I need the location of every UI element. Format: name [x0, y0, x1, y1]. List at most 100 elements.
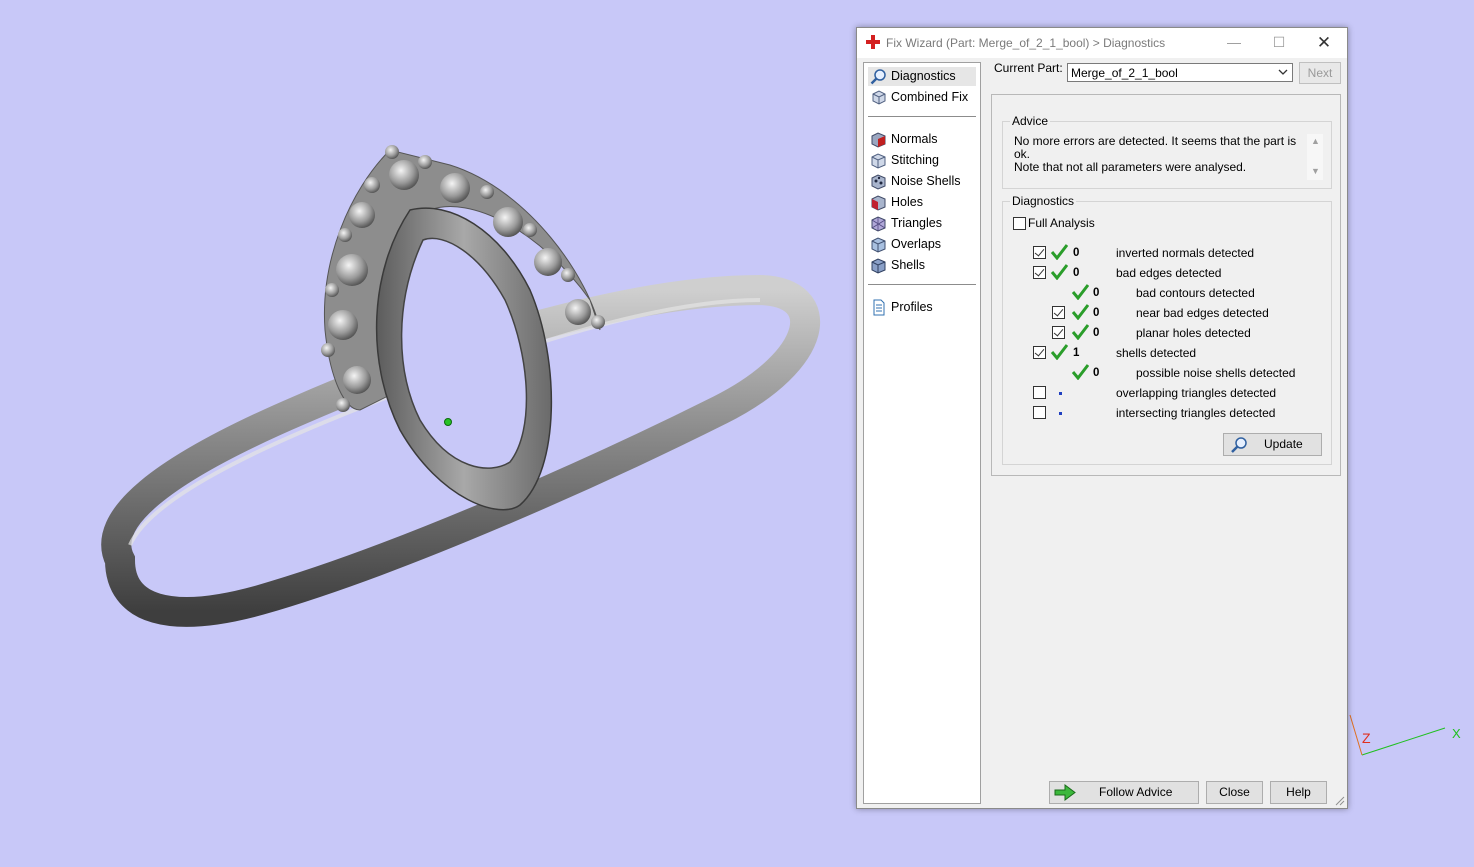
- magnifier-icon: [1231, 437, 1247, 453]
- diagnostics-panel: Advice No more errors are detected. It s…: [991, 94, 1341, 476]
- magnifier-icon: [870, 69, 886, 85]
- nav-label: Noise Shells: [891, 174, 961, 188]
- resize-grip-icon[interactable]: [1335, 796, 1345, 806]
- scroll-up-icon[interactable]: ▲: [1311, 136, 1320, 146]
- maximize-button[interactable]: ☐: [1256, 28, 1302, 58]
- overlaps-icon: [871, 237, 886, 253]
- title-bar[interactable]: Fix Wizard (Part: Merge_of_2_1_bool) > D…: [857, 28, 1347, 58]
- green-check-icon: [1071, 324, 1089, 340]
- advice-text: No more errors are detected. It seems th…: [1014, 135, 1304, 174]
- nav-item-combined-fix[interactable]: Combined Fix: [868, 88, 976, 107]
- advice-line-1: No more errors are detected. It seems th…: [1014, 134, 1297, 161]
- green-arrow-icon: [1054, 784, 1076, 801]
- nav-label: Stitching: [891, 153, 939, 167]
- holes-icon: [871, 195, 886, 211]
- near-bad-edges-count: 0: [1093, 307, 1100, 319]
- nav-item-noise-shells[interactable]: Noise Shells: [868, 172, 976, 191]
- bad-edges-label: bad edges detected: [1116, 266, 1222, 280]
- advice-scrollbar[interactable]: ▲ ▼: [1307, 134, 1323, 180]
- nav-label: Combined Fix: [891, 90, 969, 104]
- green-check-icon: [1071, 284, 1089, 300]
- green-check-icon: [1050, 344, 1068, 360]
- update-label: Update: [1264, 437, 1303, 451]
- advice-group: Advice No more errors are detected. It s…: [1002, 114, 1332, 189]
- nav-separator: [868, 116, 976, 117]
- overlapping-triangles-label: overlapping triangles detected: [1116, 386, 1277, 400]
- green-check-icon: [1071, 364, 1089, 380]
- fix-wizard-nav: Diagnostics Combined Fix Normals Stitchi…: [863, 62, 981, 804]
- planar-holes-label: planar holes detected: [1136, 326, 1251, 340]
- noise-shells-icon: [871, 174, 886, 190]
- bad-edges-count: 0: [1073, 267, 1080, 279]
- nav-label: Profiles: [891, 300, 933, 314]
- scroll-down-icon[interactable]: ▼: [1311, 166, 1320, 176]
- follow-advice-button[interactable]: Follow Advice: [1049, 781, 1199, 804]
- bad-contours-count: 0: [1093, 287, 1100, 299]
- inverted-normals-checkbox[interactable]: [1033, 246, 1046, 259]
- nav-item-normals[interactable]: Normals: [868, 130, 976, 149]
- shells-icon: [871, 258, 886, 274]
- full-analysis-checkbox[interactable]: [1013, 217, 1026, 230]
- follow-advice-label: Follow Advice: [1099, 785, 1173, 799]
- nav-item-diagnostics[interactable]: Diagnostics: [868, 67, 976, 86]
- nav-item-shells[interactable]: Shells: [868, 256, 976, 275]
- window-title: Fix Wizard (Part: Merge_of_2_1_bool) > D…: [886, 36, 1166, 50]
- nav-label: Holes: [891, 195, 923, 209]
- bad-contours-label: bad contours detected: [1136, 286, 1255, 300]
- nav-item-stitching[interactable]: Stitching: [868, 151, 976, 170]
- x-axis-label: X: [1452, 726, 1461, 741]
- stitching-icon: [871, 153, 886, 169]
- overlapping-triangles-checkbox[interactable]: [1033, 386, 1046, 399]
- axis-indicator: Z X: [1349, 714, 1461, 756]
- green-check-icon: [1071, 304, 1089, 320]
- diagnostics-group: Diagnostics Full Analysis 0 inverted nor…: [1002, 194, 1332, 465]
- z-axis-label: Z: [1362, 730, 1371, 746]
- nav-item-triangles[interactable]: Triangles: [868, 214, 976, 233]
- nav-item-profiles[interactable]: Profiles: [868, 298, 976, 317]
- full-analysis-label: Full Analysis: [1028, 216, 1095, 230]
- chevron-down-icon: [1278, 69, 1288, 75]
- nav-label: Triangles: [891, 216, 942, 230]
- help-button[interactable]: Help: [1270, 781, 1327, 804]
- intersecting-triangles-label: intersecting triangles detected: [1116, 406, 1276, 420]
- advice-title: Advice: [1010, 114, 1051, 128]
- intersecting-triangles-checkbox[interactable]: [1033, 406, 1046, 419]
- inverted-normals-label: inverted normals detected: [1116, 246, 1255, 260]
- near-bad-edges-checkbox[interactable]: [1052, 306, 1065, 319]
- nav-separator: [868, 284, 976, 285]
- nav-item-overlaps[interactable]: Overlaps: [868, 235, 976, 254]
- close-button[interactable]: Close: [1206, 781, 1263, 804]
- noise-shells-count: 0: [1093, 367, 1100, 379]
- noise-shells-label: possible noise shells detected: [1136, 366, 1296, 380]
- next-button[interactable]: Next: [1299, 62, 1341, 84]
- near-bad-edges-label: near bad edges detected: [1136, 306, 1269, 320]
- planar-holes-count: 0: [1093, 327, 1100, 339]
- nav-label: Normals: [891, 132, 938, 146]
- close-window-button[interactable]: ✕: [1301, 28, 1347, 58]
- status-dot-icon: [1059, 392, 1062, 395]
- current-part-label: Current Part:: [994, 61, 1063, 75]
- red-cross-icon: [866, 35, 880, 49]
- status-dot-icon: [1059, 412, 1062, 415]
- normals-icon: [871, 132, 886, 148]
- advice-line-2: Note that not all parameters were analys…: [1014, 160, 1247, 174]
- current-part-select[interactable]: Merge_of_2_1_bool: [1067, 63, 1293, 82]
- inverted-normals-count: 0: [1073, 247, 1080, 259]
- nav-label: Shells: [891, 258, 926, 272]
- minimize-button[interactable]: —: [1211, 28, 1257, 58]
- green-check-icon: [1050, 264, 1068, 280]
- nav-item-holes[interactable]: Holes: [868, 193, 976, 212]
- current-part-value: Merge_of_2_1_bool: [1071, 66, 1178, 80]
- fix-wizard-dialog: Fix Wizard (Part: Merge_of_2_1_bool) > D…: [856, 27, 1348, 809]
- update-button[interactable]: Update: [1223, 433, 1322, 456]
- cube-icon: [872, 90, 886, 105]
- nav-label: Overlaps: [891, 237, 942, 251]
- shells-count: 1: [1073, 347, 1080, 359]
- shells-label: shells detected: [1116, 346, 1197, 360]
- diagnostics-title: Diagnostics: [1010, 194, 1077, 208]
- planar-holes-checkbox[interactable]: [1052, 326, 1065, 339]
- nav-label: Diagnostics: [891, 69, 956, 83]
- bad-edges-checkbox[interactable]: [1033, 266, 1046, 279]
- shells-checkbox[interactable]: [1033, 346, 1046, 359]
- ring-model: [101, 145, 821, 627]
